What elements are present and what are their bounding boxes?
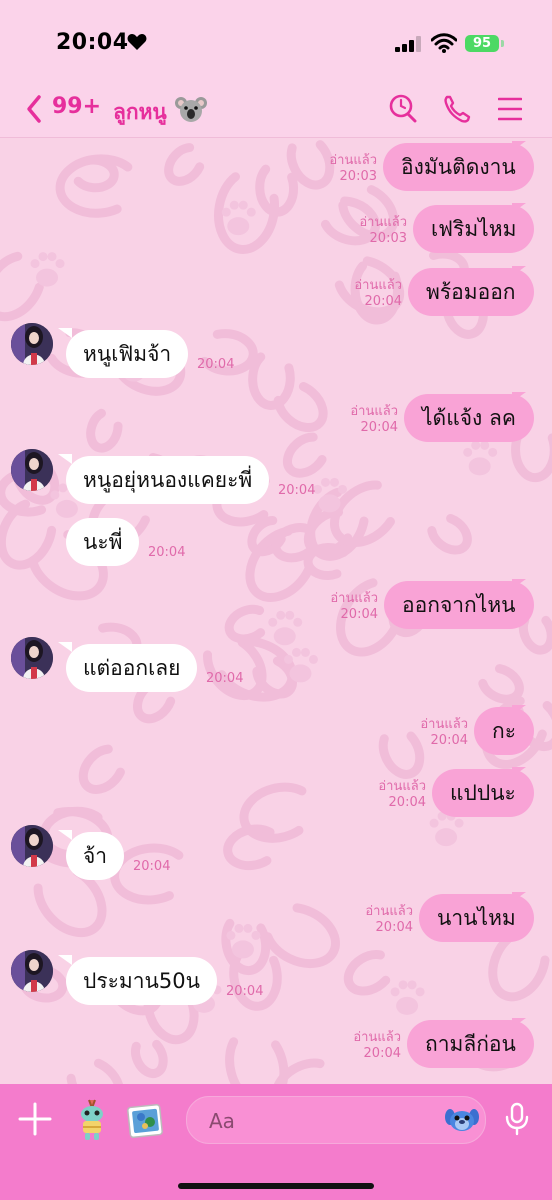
read-receipt: อ่านแล้ว (353, 1030, 401, 1045)
message-input[interactable] (207, 1097, 431, 1145)
unread-count[interactable]: 99+ (52, 94, 101, 119)
message-bubble[interactable]: ได้แจ้ง ลค (404, 394, 534, 442)
message-meta: อ่านแล้ว 20:04 (294, 591, 378, 623)
message-bubble[interactable]: กะ (474, 707, 534, 755)
battery-indicator: 95 (465, 35, 499, 52)
message-bubble[interactable]: หนูเฟิมจ้า (66, 330, 189, 378)
message-time: 20:04 (363, 1046, 401, 1061)
message-time: 20:04 (278, 483, 316, 498)
message-meta: อ่านแล้ว 20:04 (342, 779, 426, 811)
avatar[interactable] (11, 637, 53, 679)
read-receipt: อ่านแล้ว (354, 278, 402, 293)
message-bubble[interactable]: หนูอยุ่หนองแคยะพี่ (66, 456, 270, 504)
input-bar (0, 1084, 552, 1200)
chat-area[interactable]: อิงมันติดงาน อ่านแล้ว 20:03 เฟริมไหม อ่านแล้… (0, 138, 552, 1084)
photo-icon[interactable] (127, 1102, 165, 1140)
message-meta: อ่านแล้ว 20:04 (318, 278, 402, 310)
message-time: 20:04 (388, 795, 426, 810)
bubble-tail (58, 955, 72, 965)
chat-header: 99+ ลูกหนู (0, 82, 552, 138)
message-time: 20:04 (340, 607, 378, 622)
message-time: 20:04 (360, 420, 398, 435)
avatar[interactable] (11, 950, 53, 992)
bubble-tail (58, 830, 72, 840)
signal-icon (395, 36, 421, 52)
read-receipt: อ่านแล้ว (359, 215, 407, 230)
read-receipt: อ่านแล้ว (330, 591, 378, 606)
message-time: 20:04 (133, 859, 171, 874)
plus-icon[interactable] (18, 1102, 52, 1136)
avatar[interactable] (11, 825, 53, 867)
chat-title[interactable]: ลูกหนู (113, 96, 167, 129)
avatar[interactable] (11, 449, 53, 491)
emoji-icon[interactable] (445, 1107, 479, 1133)
message-time: 20:04 (148, 545, 186, 560)
message-meta: อ่านแล้ว 20:04 (329, 904, 413, 936)
message-bubble[interactable]: เฟริมไหม (413, 205, 535, 253)
read-receipt: อ่านแล้ว (378, 779, 426, 794)
status-bar: 20:04 95 (0, 0, 552, 82)
heart-icon (127, 34, 147, 50)
read-receipt: อ่านแล้ว (350, 404, 398, 419)
message-time: 20:04 (206, 671, 244, 686)
koala-emoji-icon (175, 97, 207, 122)
message-time: 20:04 (197, 357, 235, 372)
message-bubble[interactable]: นานไหม (419, 894, 534, 942)
read-receipt: อ่านแล้ว (329, 153, 377, 168)
avatar[interactable] (11, 323, 53, 365)
status-time: 20:04 (56, 30, 129, 55)
bubble-tail (58, 328, 72, 338)
message-bubble[interactable]: อิงมันติดงาน (383, 143, 534, 191)
phone-icon[interactable] (443, 94, 471, 124)
bubble-tail (58, 642, 72, 652)
message-time: 20:03 (339, 169, 377, 184)
message-bubble[interactable]: แต่ออกเลย (66, 644, 198, 692)
message-bubble[interactable]: ถามลีก่อน (407, 1020, 534, 1068)
message-bubble[interactable]: จ้า (66, 832, 125, 880)
wifi-icon (431, 33, 457, 53)
message-time: 20:04 (375, 920, 413, 935)
mic-icon[interactable] (505, 1102, 529, 1136)
home-indicator (178, 1183, 374, 1189)
bubble-tail (58, 454, 72, 464)
message-bubble[interactable]: ออกจากไหน (384, 581, 534, 629)
sticker-icon[interactable] (74, 1098, 110, 1142)
read-receipt: อ่านแล้ว (420, 717, 468, 732)
message-meta: อ่านแล้ว 20:04 (384, 717, 468, 749)
message-bubble[interactable]: ประมาน50น (66, 957, 217, 1005)
message-input-container[interactable] (186, 1096, 486, 1145)
message-bubble[interactable]: นะพี่ (66, 518, 140, 566)
message-time: 20:04 (226, 984, 264, 999)
message-meta: อ่านแล้ว 20:04 (314, 404, 398, 436)
message-bubble[interactable]: พร้อมออก (408, 268, 534, 316)
back-chevron-icon[interactable] (24, 94, 44, 124)
message-bubble[interactable]: แปปนะ (432, 769, 534, 817)
message-time: 20:04 (364, 294, 402, 309)
message-time: 20:03 (369, 231, 407, 246)
message-meta: อ่านแล้ว 20:03 (293, 153, 377, 185)
search-icon[interactable] (389, 94, 417, 124)
message-time: 20:04 (430, 733, 468, 748)
battery-level: 95 (472, 36, 492, 51)
menu-icon[interactable] (498, 94, 522, 124)
read-receipt: อ่านแล้ว (365, 904, 413, 919)
battery-nub (501, 40, 504, 47)
message-meta: อ่านแล้ว 20:03 (323, 215, 407, 247)
message-meta: อ่านแล้ว 20:04 (317, 1030, 401, 1062)
